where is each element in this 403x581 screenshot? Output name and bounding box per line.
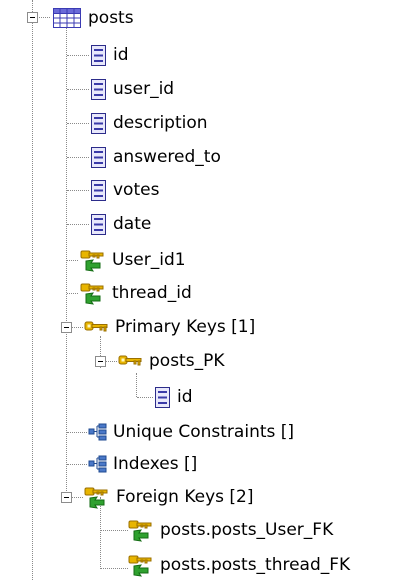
tree-connector xyxy=(67,464,87,465)
tree-node-label: user_id xyxy=(113,79,175,99)
foreign-key-icon xyxy=(128,519,153,542)
tree-connector xyxy=(101,568,128,569)
tree-node-label: answered_to xyxy=(113,147,221,167)
tree-node-primary-keys[interactable]: Primary Keys [1] xyxy=(84,311,255,343)
tree-node-label: Indexes [] xyxy=(113,454,198,474)
tree-connector xyxy=(106,361,117,362)
foreign-key-icon xyxy=(84,486,109,509)
tree-connector xyxy=(101,530,128,531)
tree-node-label: id xyxy=(177,387,193,407)
tree-connector xyxy=(67,224,89,225)
tree-node-column-votes[interactable]: votes xyxy=(91,174,159,206)
tree-connector xyxy=(39,17,50,18)
tree-node-fk-column-user-id1[interactable]: User_id1 xyxy=(80,244,186,276)
primary-key-icon xyxy=(118,354,142,368)
tree-node-column-answered-to[interactable]: answered_to xyxy=(91,141,221,173)
column-icon xyxy=(91,213,106,235)
tree-connector xyxy=(67,55,89,56)
tree-node-label: User_id1 xyxy=(112,250,186,270)
collapse-toggle-foreign-keys[interactable] xyxy=(61,492,72,503)
tree-node-label: Primary Keys [1] xyxy=(115,317,256,337)
column-icon xyxy=(91,78,106,100)
table-grid-icon xyxy=(53,8,81,28)
tree-node-label: votes xyxy=(113,180,160,200)
column-icon xyxy=(91,146,106,168)
tree-node-foreign-key-thread-fk[interactable]: posts.posts_thread_FK xyxy=(128,549,350,581)
tree-connector xyxy=(67,260,78,261)
foreign-key-icon xyxy=(80,249,105,272)
tree-node-foreign-keys[interactable]: Foreign Keys [2] xyxy=(84,481,254,513)
tree-node-label: thread_id xyxy=(112,283,192,303)
tree-node-column-user-id[interactable]: user_id xyxy=(91,73,174,105)
column-icon xyxy=(91,179,106,201)
tree-node-column-date[interactable]: date xyxy=(91,208,151,240)
column-icon xyxy=(91,44,106,66)
tree-node-column-description[interactable]: description xyxy=(91,107,208,139)
collapse-toggle-posts[interactable] xyxy=(27,12,38,23)
tree-connector xyxy=(67,432,87,433)
index-icon xyxy=(88,423,108,441)
index-icon xyxy=(88,455,108,473)
collapse-toggle-posts-pk[interactable] xyxy=(95,356,106,367)
tree-node-label: date xyxy=(113,214,152,234)
tree-node-fk-column-thread-id[interactable]: thread_id xyxy=(80,277,192,309)
column-icon xyxy=(155,386,170,408)
tree-node-label: posts_PK xyxy=(149,351,225,371)
tree-connector xyxy=(72,497,83,498)
primary-key-icon xyxy=(84,320,108,334)
tree-node-label: Foreign Keys [2] xyxy=(116,487,254,507)
tree-connector xyxy=(67,89,89,90)
column-icon xyxy=(91,112,106,134)
tree-node-unique-constraints[interactable]: Unique Constraints [] xyxy=(88,416,294,448)
tree-connector xyxy=(67,157,89,158)
tree-node-indexes[interactable]: Indexes [] xyxy=(88,448,197,480)
tree-node-pk-column-id[interactable]: id xyxy=(155,381,193,413)
tree-node-label: posts.posts_User_FK xyxy=(160,520,334,540)
collapse-toggle-primary-keys[interactable] xyxy=(61,322,72,333)
tree-node-table-posts[interactable]: posts xyxy=(53,2,134,34)
tree-connector xyxy=(67,190,89,191)
tree-connector xyxy=(137,397,153,398)
tree-node-label: id xyxy=(113,45,129,65)
foreign-key-icon xyxy=(80,282,105,305)
tree-node-primary-key-posts-pk[interactable]: posts_PK xyxy=(118,345,224,377)
foreign-key-icon xyxy=(128,554,153,577)
tree-connector xyxy=(66,26,67,491)
tree-node-foreign-key-user-fk[interactable]: posts.posts_User_FK xyxy=(128,514,333,546)
tree-node-label: posts xyxy=(88,8,134,28)
tree-connector xyxy=(72,327,83,328)
tree-node-label: description xyxy=(113,113,208,133)
tree-connector xyxy=(67,123,89,124)
tree-node-label: Unique Constraints [] xyxy=(113,422,295,442)
tree-node-label: posts.posts_thread_FK xyxy=(160,555,351,575)
tree-node-column-id[interactable]: id xyxy=(91,39,129,71)
tree-connector xyxy=(67,293,78,294)
tree-connector xyxy=(32,0,33,580)
